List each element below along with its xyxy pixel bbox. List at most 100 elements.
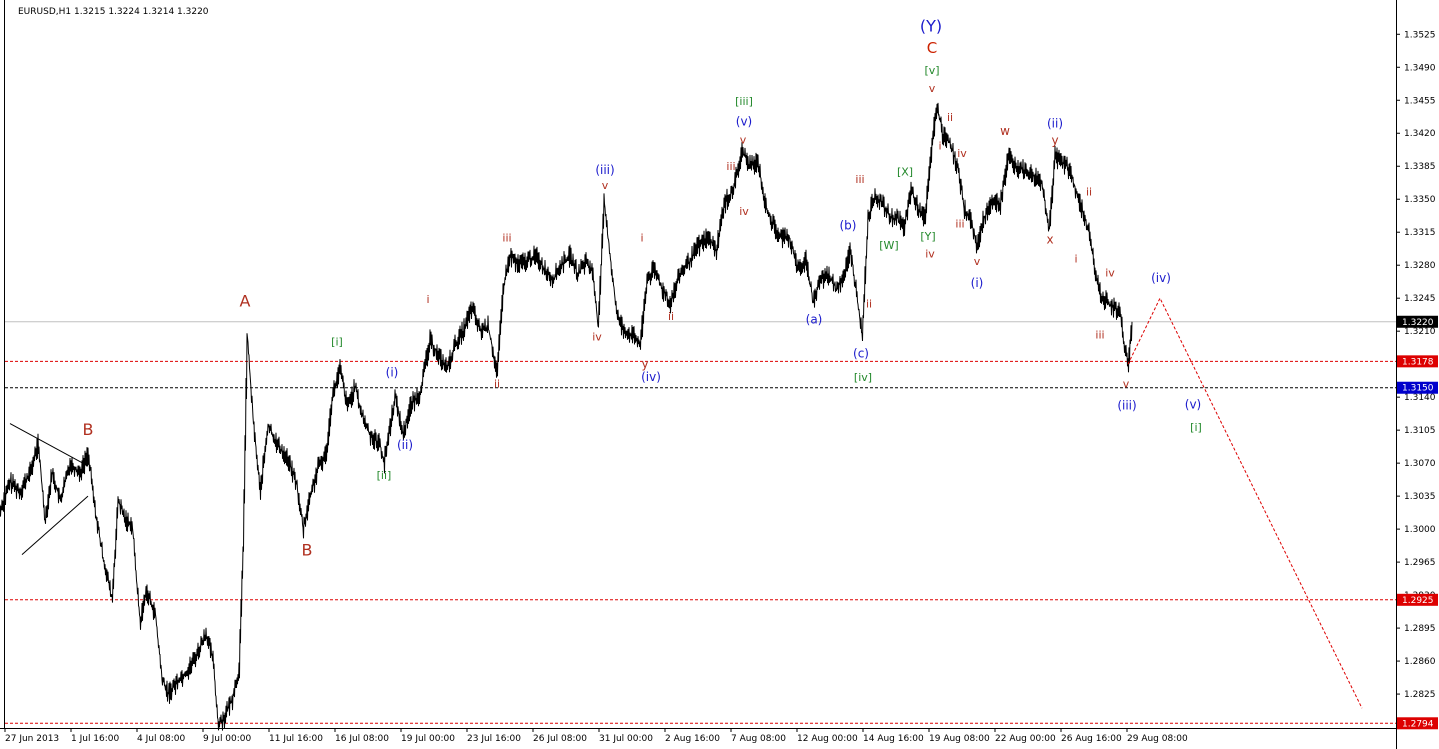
wave-label: [iii] bbox=[735, 95, 753, 108]
wave-label: [ii] bbox=[377, 469, 392, 482]
x-tick-label: 16 Jul 08:00 bbox=[335, 734, 389, 744]
y-tick-label: 1.3000 bbox=[1404, 525, 1436, 535]
wave-label: (iv) bbox=[641, 370, 661, 384]
y-tick-label: 1.3035 bbox=[1404, 492, 1436, 502]
y-tick-label: 1.3245 bbox=[1404, 294, 1436, 304]
x-tick-label: 2 Aug 16:00 bbox=[665, 734, 720, 744]
wave-label: [iv] bbox=[854, 371, 872, 384]
wave-label: (b) bbox=[840, 218, 857, 232]
wave-label: ii bbox=[866, 298, 872, 311]
price-tag: 1.3178 bbox=[1402, 357, 1434, 367]
x-tick-label: 4 Jul 08:00 bbox=[137, 734, 186, 744]
y-tick-label: 1.2895 bbox=[1404, 624, 1436, 634]
y-tick-label: 1.3385 bbox=[1404, 162, 1436, 172]
wave-label: iv bbox=[925, 248, 935, 261]
y-tick-label: 1.3105 bbox=[1404, 426, 1436, 436]
price-tag: 1.2925 bbox=[1402, 596, 1434, 606]
wave-label: (ii) bbox=[1047, 117, 1063, 131]
x-tick-label: 14 Aug 16:00 bbox=[863, 734, 924, 744]
price-tag: 1.3150 bbox=[1402, 384, 1434, 394]
wave-label: [Y] bbox=[920, 230, 935, 243]
wave-label: i bbox=[426, 293, 429, 306]
x-tick-label: 23 Jul 16:00 bbox=[467, 734, 521, 744]
wave-label: v bbox=[1123, 378, 1130, 391]
chart-title: EURUSD,H1 1.3215 1.3224 1.3214 1.3220 bbox=[18, 7, 209, 17]
wave-label: iv bbox=[739, 205, 749, 218]
wave-label: ii bbox=[947, 111, 953, 124]
wave-label: ii bbox=[494, 378, 500, 391]
x-tick-label: 31 Jul 00:00 bbox=[599, 734, 653, 744]
y-tick-label: 1.3420 bbox=[1404, 129, 1436, 139]
plot-background bbox=[0, 0, 1439, 749]
wave-label: (Y) bbox=[920, 16, 942, 35]
wave-label: i bbox=[1074, 252, 1077, 265]
y-tick-label: 1.3525 bbox=[1404, 30, 1436, 40]
wave-label: (ii) bbox=[397, 438, 413, 452]
y-tick-label: 1.3350 bbox=[1404, 195, 1436, 205]
wave-label: (iii) bbox=[595, 163, 614, 177]
wave-label: y bbox=[641, 357, 648, 371]
x-tick-label: 12 Aug 00:00 bbox=[797, 734, 858, 744]
x-tick-label: 29 Aug 08:00 bbox=[1127, 734, 1188, 744]
wave-label: (v) bbox=[1185, 398, 1201, 412]
wave-label: [W] bbox=[879, 239, 898, 252]
x-tick-label: 27 Jun 2013 bbox=[5, 734, 59, 744]
wave-label: iii bbox=[955, 218, 964, 231]
wave-label: C bbox=[927, 39, 937, 57]
wave-label: iv bbox=[1105, 267, 1115, 280]
wave-label: A bbox=[240, 292, 251, 311]
wave-label: iv bbox=[957, 147, 967, 160]
wave-label: i bbox=[938, 139, 941, 152]
price-tag: 1.2794 bbox=[1402, 719, 1434, 729]
wave-label: iii bbox=[855, 173, 864, 186]
x-tick-label: 26 Jul 08:00 bbox=[533, 734, 587, 744]
wave-label: ii bbox=[668, 310, 674, 323]
wave-label: (c) bbox=[853, 347, 869, 361]
wave-label: B bbox=[302, 541, 313, 560]
wave-label: [i] bbox=[1190, 421, 1202, 434]
y-tick-label: 1.3455 bbox=[1404, 96, 1436, 106]
y-tick-label: 1.3280 bbox=[1404, 261, 1436, 271]
y-tick-label: 1.3210 bbox=[1404, 327, 1436, 337]
wave-label: i bbox=[640, 232, 643, 245]
wave-label: v bbox=[740, 134, 747, 147]
wave-label: (a) bbox=[806, 313, 823, 327]
x-tick-label: 1 Jul 16:00 bbox=[71, 734, 120, 744]
y-tick-label: 1.3070 bbox=[1404, 459, 1436, 469]
y-tick-label: 1.2825 bbox=[1404, 690, 1436, 700]
wave-label: (iii) bbox=[1117, 398, 1136, 412]
wave-label: iv bbox=[592, 331, 602, 344]
x-tick-label: 19 Jul 00:00 bbox=[401, 734, 455, 744]
wave-label: ii bbox=[1086, 186, 1092, 199]
x-tick-label: 9 Jul 00:00 bbox=[203, 734, 252, 744]
wave-label: [v] bbox=[924, 64, 939, 77]
wave-label: B bbox=[83, 420, 94, 439]
wave-label: (v) bbox=[736, 115, 752, 129]
wave-label: x bbox=[1046, 233, 1053, 247]
wave-label: (iv) bbox=[1151, 271, 1171, 285]
price-tag: 1.3220 bbox=[1402, 318, 1434, 328]
x-tick-label: 22 Aug 00:00 bbox=[995, 734, 1056, 744]
wave-label: w bbox=[1000, 124, 1010, 138]
wave-label: v bbox=[974, 255, 981, 268]
wave-label: (i) bbox=[971, 276, 984, 290]
x-tick-label: 26 Aug 16:00 bbox=[1061, 734, 1122, 744]
x-tick-label: 19 Aug 08:00 bbox=[929, 734, 990, 744]
wave-label: v bbox=[929, 82, 936, 95]
price-chart[interactable]: (Y)C[v]v[iii](v)viiiiv(iii)viii iiiviiy(i… bbox=[0, 0, 1439, 749]
wave-label: iii bbox=[502, 232, 511, 245]
wave-label: iii bbox=[726, 160, 735, 173]
wave-label: [i] bbox=[331, 335, 343, 348]
x-tick-label: 11 Jul 16:00 bbox=[269, 734, 323, 744]
y-tick-label: 1.2965 bbox=[1404, 558, 1436, 568]
chart-root[interactable]: (Y) C [v] v [iii] (v) v iii iv (iii) v iii i i iv ii y (i… bbox=[0, 0, 1439, 749]
y-tick-label: 1.3315 bbox=[1404, 228, 1436, 238]
wave-label: iii bbox=[1095, 329, 1104, 342]
wave-label: y bbox=[1051, 134, 1058, 148]
wave-label: (i) bbox=[386, 365, 399, 379]
x-tick-label: 7 Aug 08:00 bbox=[731, 734, 786, 744]
y-tick-label: 1.3140 bbox=[1404, 393, 1436, 403]
y-tick-label: 1.3490 bbox=[1404, 63, 1436, 73]
wave-label: [X] bbox=[897, 166, 913, 179]
y-tick-label: 1.2860 bbox=[1404, 657, 1436, 667]
